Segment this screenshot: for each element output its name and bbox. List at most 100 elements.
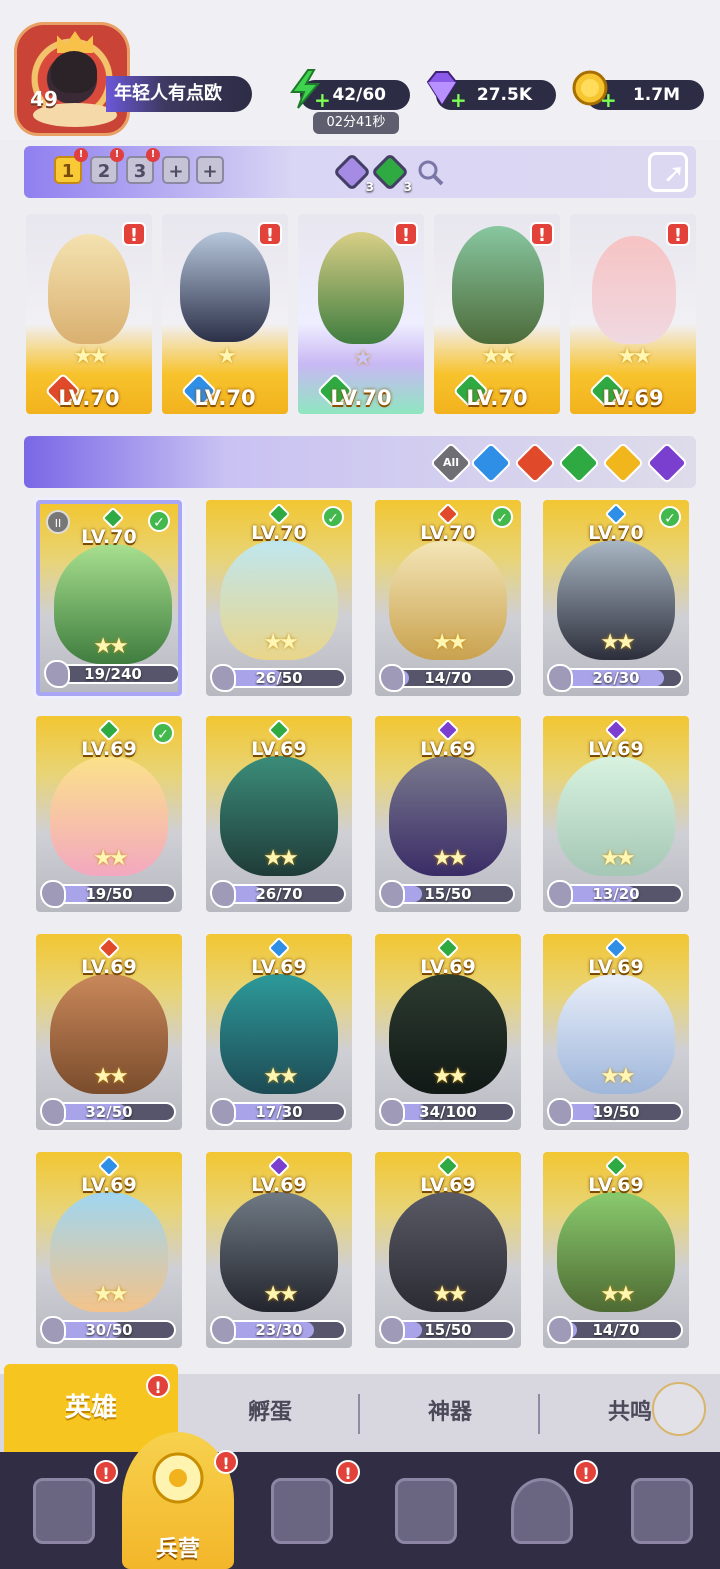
hero-card[interactable]: ✓ LV.69 ★★ 19/50 <box>36 716 182 912</box>
hero-card[interactable]: LV.69 ★★ 32/50 <box>36 934 182 1130</box>
team-hero-card[interactable]: ! ★★ LV.70 <box>434 214 560 414</box>
shard-progress-bar: 17/30 <box>210 1098 346 1126</box>
team-slot-add-2[interactable]: + <box>196 156 224 184</box>
team-hero-card[interactable]: ! ★ LV.70 <box>162 214 288 414</box>
shard-count: 19/50 <box>85 885 133 903</box>
filter-fire-icon[interactable] <box>513 441 557 485</box>
star-rating: ★★ <box>93 634 128 659</box>
hero-card[interactable]: LV.69 ★★ 13/20 <box>543 716 689 912</box>
book-icon <box>271 1478 333 1544</box>
hero-portrait <box>48 234 130 344</box>
filter-light-icon[interactable] <box>601 441 645 485</box>
filter-all-button[interactable]: All <box>429 441 473 485</box>
search-icon[interactable] <box>416 158 446 188</box>
hero-level: LV.70 <box>330 386 392 410</box>
crown-icon <box>57 31 93 53</box>
player-name[interactable]: 年轻人有点欧 <box>106 76 252 112</box>
shard-progress-bar: 14/70 <box>547 1316 683 1344</box>
nav-banner[interactable] <box>606 1460 716 1560</box>
add-gems-icon[interactable]: + <box>450 90 467 110</box>
share-button[interactable]: ➚ <box>648 152 688 192</box>
nav-book[interactable]: ! <box>246 1460 360 1560</box>
gem-counter[interactable]: + 27.5K <box>426 71 556 110</box>
player-level: 49 <box>30 87 58 111</box>
hero-level: LV.69 <box>420 738 476 760</box>
add-gold-icon[interactable]: + <box>600 90 617 110</box>
star-rating: ★★ <box>600 1064 635 1089</box>
purple-gem-chip[interactable]: 3 <box>332 152 374 194</box>
team-slot-add-1[interactable]: + <box>162 156 190 184</box>
shard-progress-bar: 26/50 <box>210 664 346 692</box>
shard-count: 32/50 <box>85 1103 133 1121</box>
alert-badge: ! <box>74 148 88 162</box>
alert-badge: ! <box>146 148 160 162</box>
nav-guild[interactable]: ! <box>486 1460 598 1560</box>
hero-level: LV.69 <box>588 738 644 760</box>
hero-card[interactable]: ✓ LV.70 ★★ 26/30 <box>543 500 689 696</box>
tab-artifacts[interactable]: 神器 <box>360 1374 540 1452</box>
hero-level: LV.70 <box>194 386 256 410</box>
team-slot-2[interactable]: 2! <box>90 148 124 184</box>
green-gem-chip[interactable]: 3 <box>370 152 412 194</box>
shard-progress-bar: 19/50 <box>40 880 176 908</box>
nav-barracks-label: 兵营 <box>155 1537 200 1562</box>
team-slot-1[interactable]: 1! <box>54 148 88 184</box>
hero-level: LV.70 <box>588 522 644 544</box>
star-rating: ★★ <box>263 630 298 655</box>
shard-count: 30/50 <box>85 1321 133 1339</box>
shard-progress-bar: 26/30 <box>547 664 683 692</box>
hero-card[interactable]: LV.69 ★★ 23/30 <box>206 1152 352 1348</box>
star-rating: ★★ <box>432 1282 467 1307</box>
star-rating: ★★ <box>600 1282 635 1307</box>
nav-castle[interactable] <box>370 1460 480 1560</box>
star-rating: ★★ <box>432 846 467 871</box>
shard-progress-bar: 14/70 <box>379 664 515 692</box>
energy-counter[interactable]: + 42/60 <box>290 69 410 110</box>
hero-card[interactable]: II ✓ LV.70 ★★ 19/240 <box>36 500 182 696</box>
team-hero-card[interactable]: ! ★★ LV.70 <box>26 214 152 414</box>
hero-card[interactable]: LV.69 ★★ 17/30 <box>206 934 352 1130</box>
hero-portrait <box>180 232 270 342</box>
hero-card[interactable]: LV.69 ★★ 15/50 <box>375 1152 521 1348</box>
hero-card[interactable]: ✓ LV.70 ★★ 14/70 <box>375 500 521 696</box>
add-energy-icon[interactable]: + <box>314 90 331 110</box>
shard-count: 23/30 <box>255 1321 303 1339</box>
banner-icon <box>631 1478 693 1544</box>
star-rating: ★ <box>353 346 373 371</box>
hero-card[interactable]: LV.69 ★★ 19/50 <box>543 934 689 1130</box>
hero-card[interactable]: LV.69 ★★ 15/50 <box>375 716 521 912</box>
shard-count: 14/70 <box>592 1321 640 1339</box>
tab-hatch[interactable]: 孵蛋 <box>180 1374 360 1452</box>
team-select-bar: 1! 2! 3! + + 3 3 ➚ <box>24 146 696 198</box>
alert-badge: ! <box>394 222 418 246</box>
shard-progress-bar: 19/50 <box>547 1098 683 1126</box>
floating-orb-button[interactable] <box>652 1382 706 1436</box>
team-slot-3[interactable]: 3! <box>126 148 160 184</box>
team-hero-card[interactable]: ! ★★ LV.69 <box>570 214 696 414</box>
nav-cards[interactable]: ! <box>8 1460 118 1560</box>
nav-barracks-active[interactable]: 兵营 ! <box>122 1432 238 1569</box>
filter-water-icon[interactable] <box>469 441 513 485</box>
team-hero-card[interactable]: ! ★ LV.70 <box>298 214 424 414</box>
hero-level: LV.69 <box>420 956 476 978</box>
shard-count: 15/50 <box>424 1321 472 1339</box>
hero-card[interactable]: ✓ LV.70 ★★ 26/50 <box>206 500 352 696</box>
castle-icon <box>395 1478 457 1544</box>
hero-card[interactable]: LV.69 ★★ 14/70 <box>543 1152 689 1348</box>
hero-card[interactable]: LV.69 ★★ 34/100 <box>375 934 521 1130</box>
hero-portrait <box>592 236 676 344</box>
top-status-bar: 49 年轻人有点欧 + 42/60 02分41秒 + 27.5K + 1.7M <box>0 0 720 140</box>
mushroom-house-icon <box>511 1478 573 1544</box>
shard-progress-bar: 32/50 <box>40 1098 176 1126</box>
hero-card[interactable]: LV.69 ★★ 30/50 <box>36 1152 182 1348</box>
hero-card[interactable]: LV.69 ★★ 26/70 <box>206 716 352 912</box>
hero-level: LV.69 <box>81 1174 137 1196</box>
hero-level: LV.69 <box>420 1174 476 1196</box>
filter-nature-icon[interactable] <box>557 441 601 485</box>
alert-badge: ! <box>336 1460 360 1484</box>
alert-badge: ! <box>666 222 690 246</box>
hero-level: LV.70 <box>81 526 137 548</box>
filter-dark-icon[interactable] <box>645 441 689 485</box>
gold-counter[interactable]: + 1.7M <box>572 70 704 110</box>
star-rating: ★★ <box>617 344 652 369</box>
